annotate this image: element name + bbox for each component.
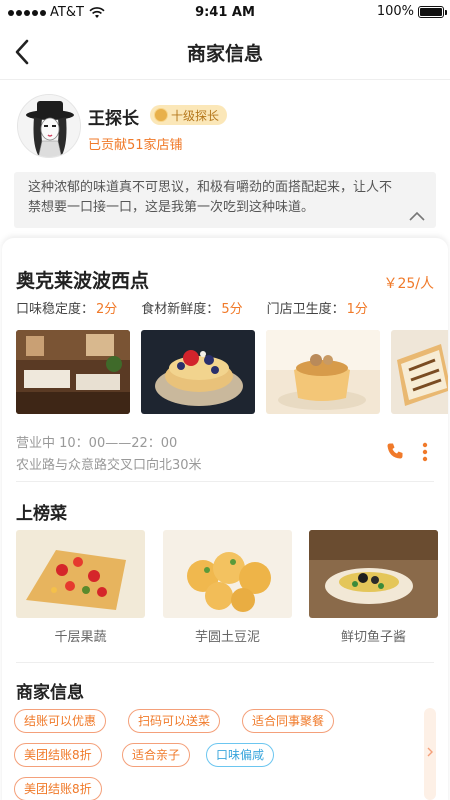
dish-card[interactable]: 千层果蔬 bbox=[16, 530, 145, 645]
rating-label: 食材新鲜度： bbox=[141, 302, 220, 317]
rating-label: 门店卫生度： bbox=[266, 302, 345, 317]
status-bar: AT&T 9:41 AM 100% bbox=[0, 0, 450, 24]
battery-icon bbox=[418, 5, 447, 18]
merchant-info-title: 商家信息 bbox=[16, 683, 84, 703]
photo-pudding-dessert[interactable] bbox=[266, 330, 380, 414]
rating-score: 5分 bbox=[221, 302, 243, 317]
level-badge-label: 十级探长 bbox=[171, 108, 220, 123]
more-vertical-icon[interactable] bbox=[422, 442, 428, 462]
dish-card[interactable]: 鲜切鱼子酱 bbox=[309, 530, 438, 645]
battery-fill bbox=[420, 7, 442, 16]
rating-label: 口味稳定度： bbox=[16, 302, 95, 317]
merchant-tag[interactable]: 结账可以优惠 bbox=[14, 709, 107, 733]
shop-card: 奥克莱波波西点 ￥25/人 口味稳定度： 2分 食材新鲜度： 5分 门店卫生度： 1分 bbox=[2, 238, 448, 800]
rating-hygiene: 门店卫生度： 1分 bbox=[267, 298, 368, 317]
reviewer-name: 王探长 bbox=[88, 109, 139, 129]
avatar-illustration bbox=[18, 95, 80, 157]
photo-berry-pancakes[interactable] bbox=[141, 330, 255, 414]
divider bbox=[16, 662, 434, 663]
contribution-count: 已贡献51家店铺 bbox=[88, 138, 183, 153]
chevron-up-icon[interactable] bbox=[408, 210, 426, 222]
dish-image[interactable] bbox=[16, 530, 145, 618]
merchant-tag[interactable]: 口味偏咸 bbox=[206, 743, 275, 767]
merchant-tag[interactable]: 美团结账8折 bbox=[14, 743, 102, 767]
photo-toast-sandwich[interactable] bbox=[391, 330, 448, 414]
dish-name: 千层果蔬 bbox=[54, 630, 107, 645]
nav-bar: 商家信息 bbox=[0, 24, 450, 80]
battery-percent: 100% bbox=[376, 4, 414, 19]
dish-card[interactable]: 芋圆土豆泥 bbox=[163, 530, 292, 645]
rating-taste: 口味稳定度： 2分 bbox=[16, 298, 117, 317]
dish-image[interactable] bbox=[309, 530, 438, 618]
business-hours: 营业中 10：00——22：00 bbox=[16, 436, 178, 451]
price-per-person: ￥25/人 bbox=[383, 276, 434, 292]
ratings: 口味稳定度： 2分 食材新鲜度： 5分 门店卫生度： 1分 bbox=[16, 298, 368, 317]
review-quote-text: 这种浓郁的味道真不可思议，和极有嚼劲的面搭配起来，让人不禁想要一口接一口，这是我… bbox=[28, 180, 393, 215]
level-badge: 十级探长 bbox=[150, 105, 228, 125]
rating-freshness: 食材新鲜度： 5分 bbox=[141, 298, 242, 317]
top-dishes-title: 上榜菜 bbox=[16, 504, 67, 524]
avatar[interactable] bbox=[17, 94, 81, 158]
chevron-right-icon bbox=[427, 747, 433, 757]
rating-score: 2分 bbox=[96, 302, 118, 317]
expand-tags-tab[interactable] bbox=[424, 708, 436, 800]
photo-restaurant-interior[interactable] bbox=[16, 330, 130, 414]
medal-icon bbox=[154, 108, 168, 122]
shop-address: 农业路与众意路交叉口向北30米 bbox=[16, 458, 202, 473]
merchant-tag[interactable]: 扫码可以送菜 bbox=[128, 709, 221, 733]
divider bbox=[16, 481, 434, 482]
reviewer-profile: 王探长 十级探长 已贡献51家店铺 这种浓郁的味道真不可思议，和极有嚼劲的面搭配… bbox=[0, 84, 450, 234]
page-title: 商家信息 bbox=[186, 43, 263, 65]
phone-icon[interactable] bbox=[386, 442, 404, 460]
review-quote: 这种浓郁的味道真不可思议，和极有嚼劲的面搭配起来，让人不禁想要一口接一口，这是我… bbox=[14, 172, 436, 228]
shop-photos[interactable] bbox=[16, 330, 448, 414]
merchant-tag[interactable]: 适合同事聚餐 bbox=[242, 709, 335, 733]
top-dishes-list: 千层果蔬 芋圆土豆泥 鲜切鱼子酱 bbox=[16, 530, 438, 650]
status-right: 100% bbox=[376, 4, 447, 19]
rating-score: 1分 bbox=[346, 302, 368, 317]
shop-name: 奥克莱波波西点 bbox=[16, 270, 150, 292]
merchant-tag[interactable]: 美团结账8折 bbox=[14, 777, 102, 800]
merchant-tag[interactable]: 适合亲子 bbox=[122, 743, 191, 767]
dish-name: 芋圆土豆泥 bbox=[194, 630, 260, 645]
dish-image[interactable] bbox=[163, 530, 292, 618]
dish-name: 鲜切鱼子酱 bbox=[340, 630, 406, 645]
